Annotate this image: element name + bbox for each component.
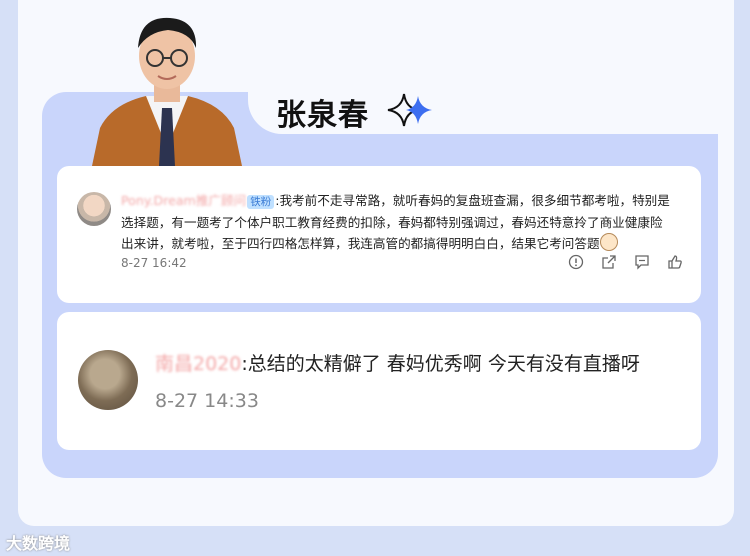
comment-body: :总结的太精僻了 春妈优秀啊 今天有没有直播呀 <box>241 353 640 375</box>
comment-actions <box>568 254 683 270</box>
fan-badge: 铁粉 <box>247 195 275 209</box>
author-name: 张泉春 <box>276 98 369 133</box>
comment-card: Pony.Dream推广顾问 铁粉:我考前不走寻常路，就听春妈的复盘班查漏，很多细… <box>57 166 701 303</box>
username[interactable]: Pony.Dream推广顾问 <box>121 193 246 208</box>
share-icon[interactable] <box>601 254 617 270</box>
username[interactable]: 南昌2020 <box>155 353 241 375</box>
avatar[interactable] <box>78 350 138 410</box>
comment-text: 南昌2020:总结的太精僻了 春妈优秀啊 今天有没有直播呀 <box>155 350 685 378</box>
like-icon[interactable] <box>667 254 683 270</box>
comment-time: 8-27 14:33 <box>155 390 259 412</box>
comment-text: Pony.Dream推广顾问 铁粉:我考前不走寻常路，就听春妈的复盘班查漏，很多细… <box>121 190 673 255</box>
comment-card: 南昌2020:总结的太精僻了 春妈优秀啊 今天有没有直播呀 8-27 14:33 <box>57 312 701 450</box>
comment-icon[interactable] <box>634 254 650 270</box>
author-portrait <box>92 17 242 166</box>
avatar[interactable] <box>77 192 111 226</box>
sparkle-icon <box>387 93 432 127</box>
watermark: 大数跨境 <box>6 534 71 553</box>
comment-time: 8-27 16:42 <box>121 256 187 270</box>
emoji-icon <box>599 233 618 251</box>
report-icon[interactable] <box>568 254 584 270</box>
